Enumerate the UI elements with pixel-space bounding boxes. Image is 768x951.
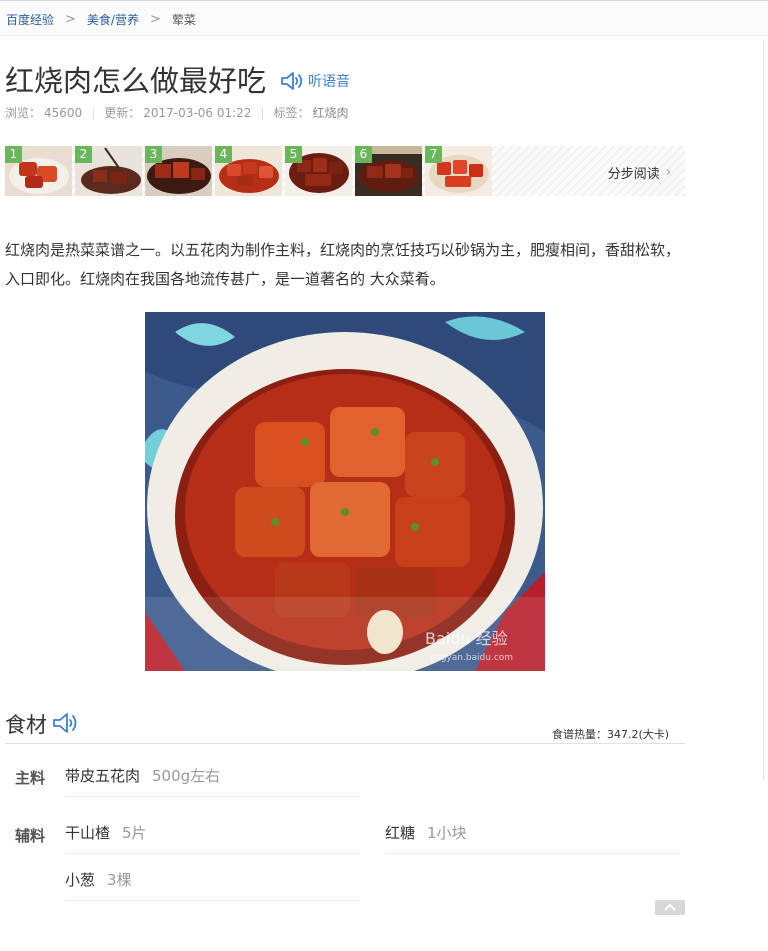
chevron-right-icon: ›: [665, 165, 671, 180]
step-thumbnail[interactable]: 2: [75, 146, 142, 196]
intro-paragraph: 红烧肉是热菜菜谱之一。以五花肉为制作主料，红烧肉的烹饪技巧以砂锅为主，肥瘦相间，…: [5, 241, 681, 288]
dish-image: Baidu 经验 jingyan.baidu.com: [145, 312, 545, 671]
step-number-badge: 7: [425, 146, 442, 163]
breadcrumb-home[interactable]: 百度经验: [6, 11, 54, 28]
step-number-badge: 4: [215, 146, 232, 163]
ingredient-name: 红糖: [385, 824, 416, 842]
step-thumbnail-strip: 1 2 3 4 5 6 7 分步阅读 ›: [5, 146, 685, 196]
step-number-badge: 3: [145, 146, 162, 163]
photo-watermark: Baidu 经验: [425, 629, 508, 648]
breadcrumb-chevron-icon: >: [65, 12, 76, 27]
ingredient-qty: 1小块: [427, 824, 467, 842]
speaker-icon: [281, 72, 303, 90]
step-read-label: 分步阅读: [607, 167, 660, 182]
dish-photo: Baidu 经验 jingyan.baidu.com: [145, 312, 545, 671]
meta-divider: |: [260, 105, 265, 120]
updated-label: 更新：: [104, 106, 141, 120]
step-number-badge: 2: [75, 146, 92, 163]
photo-watermark-url: jingyan.baidu.com: [429, 653, 513, 663]
step-thumbnail[interactable]: 5: [285, 146, 352, 196]
ingredient-qty: 500g左右: [152, 767, 221, 785]
section-divider: [5, 743, 685, 744]
ingredients-heading: 食材: [5, 713, 47, 737]
ingredient-name: 带皮五花肉: [65, 767, 141, 785]
step-thumbnail[interactable]: 6: [355, 146, 422, 196]
ingredient-item: 小葱 3棵: [65, 860, 359, 901]
views-count: 45600: [44, 105, 83, 120]
main-ingredient-label: 主料: [15, 769, 46, 787]
step-number-badge: 5: [285, 146, 302, 163]
aux-ingredient-label: 辅料: [15, 827, 46, 845]
meta-divider: |: [91, 105, 96, 120]
calorie-info: 食谱热量：347.2(大卡): [552, 728, 670, 741]
ingredient-qty: 5片: [122, 824, 147, 842]
step-read-link[interactable]: 分步阅读 ›: [608, 163, 671, 182]
ingredient-name: 小葱: [65, 871, 96, 889]
views-label: 浏览：: [5, 106, 42, 120]
listen-button[interactable]: 听语音: [280, 71, 350, 91]
step-thumbnail[interactable]: 3: [145, 146, 212, 196]
ingredient-item: 红糖 1小块: [385, 813, 679, 854]
breadcrumb-chevron-icon: >: [149, 12, 161, 27]
updated-time: 2017-03-06 01:22: [143, 105, 252, 120]
ingredient-name: 干山楂: [65, 824, 111, 842]
breadcrumb-current[interactable]: 荤菜: [172, 11, 196, 28]
top-bar: 百度经验 > 美食/营养 > 荤菜: [0, 0, 768, 36]
tag-link[interactable]: 红烧肉: [312, 104, 348, 121]
tags-label: 标签：: [273, 106, 310, 120]
arrow-up-icon: [664, 903, 676, 911]
listen-label: 听语音: [308, 74, 350, 90]
speaker-icon[interactable]: [52, 712, 82, 734]
step-thumbnail[interactable]: 7: [425, 146, 492, 196]
step-number-badge: 6: [355, 146, 372, 163]
breadcrumb: 百度经验 > 美食/营养 > 荤菜: [6, 11, 196, 28]
back-to-top-button[interactable]: [655, 900, 685, 915]
step-thumbnail[interactable]: 4: [215, 146, 282, 196]
right-sidebar-edge: [763, 40, 768, 780]
ingredient-item: 带皮五花肉 500g左右: [65, 756, 359, 797]
step-number-badge: 1: [5, 146, 22, 163]
article-meta: 浏览： 45600 | 更新： 2017-03-06 01:22 | 标签： 红…: [5, 104, 348, 121]
page-title: 红烧肉怎么做最好吃: [5, 64, 267, 98]
ingredient-item: 干山楂 5片: [65, 813, 359, 854]
ingredient-qty: 3棵: [107, 871, 132, 889]
breadcrumb-category[interactable]: 美食/营养: [87, 11, 139, 28]
step-thumbnail[interactable]: 1: [5, 146, 72, 196]
